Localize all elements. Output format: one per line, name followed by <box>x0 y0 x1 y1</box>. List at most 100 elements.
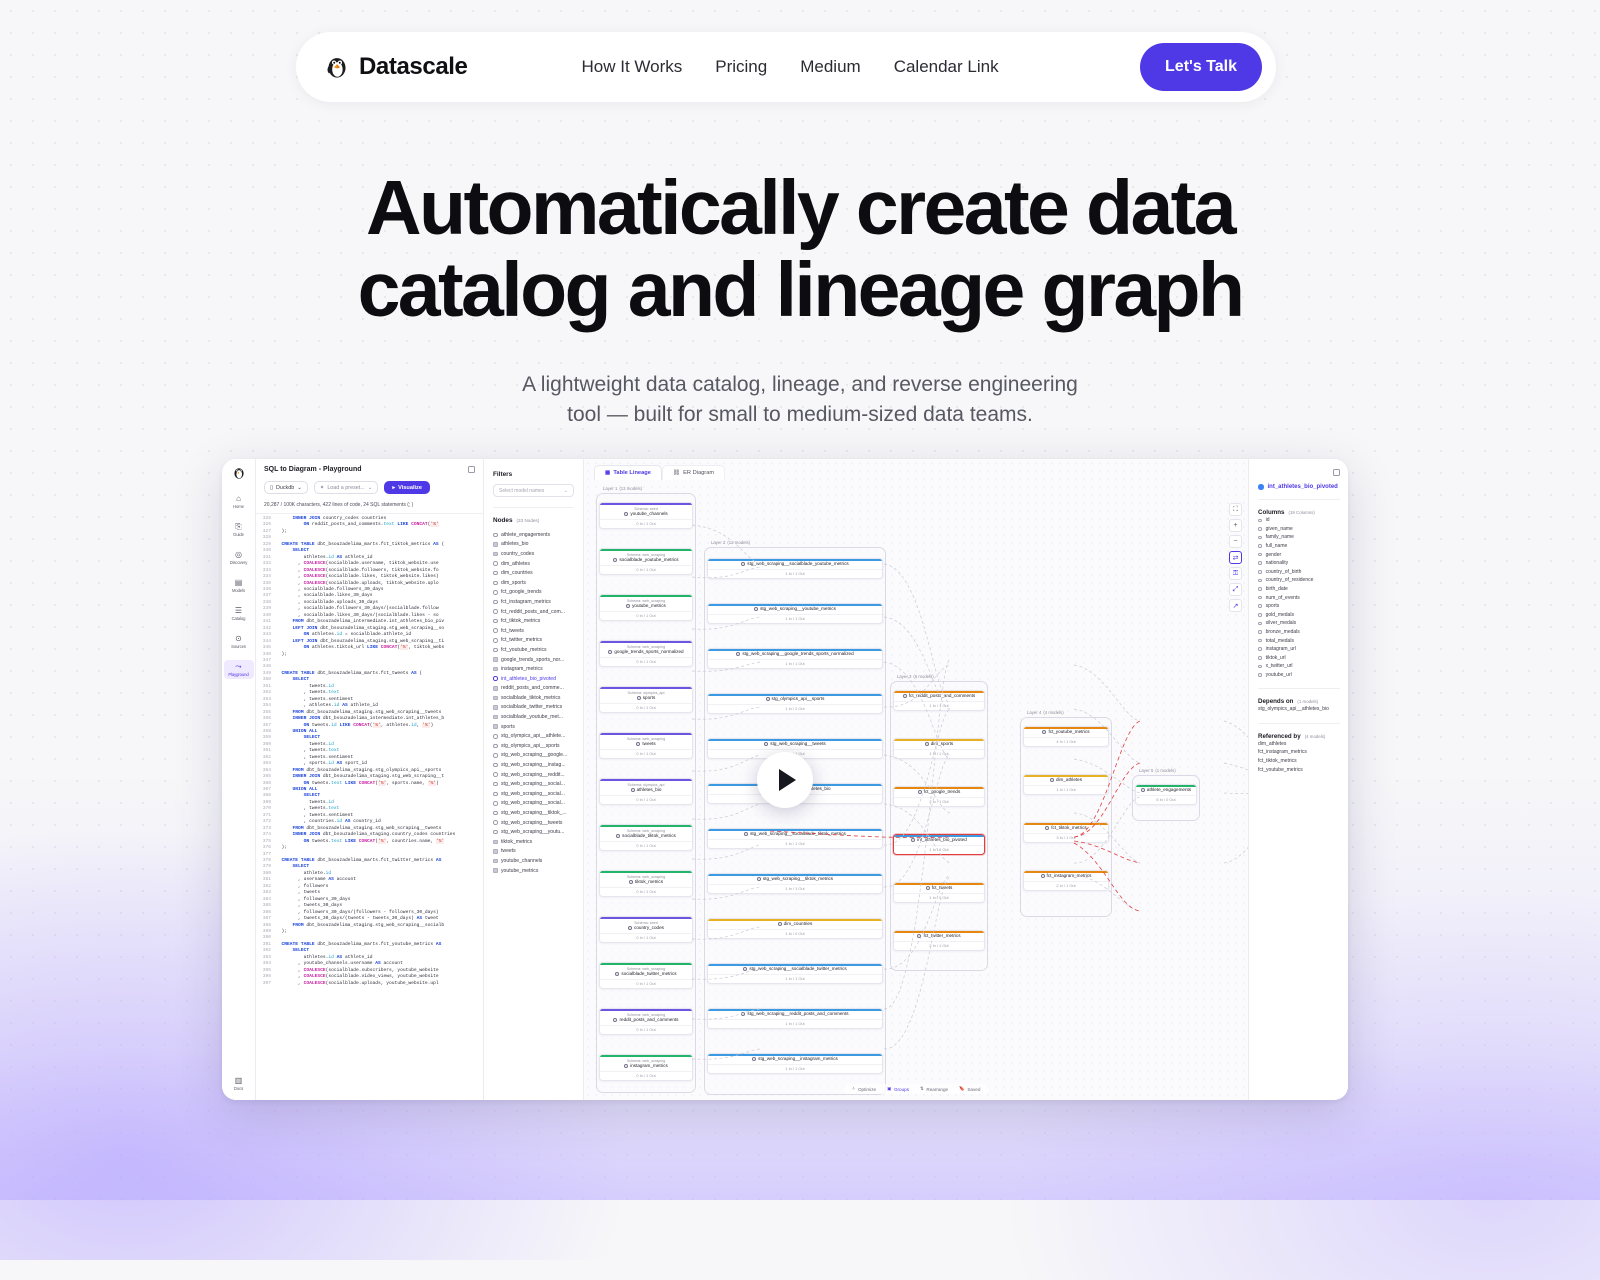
sidebar-item-guide[interactable]: ⎘ Guide <box>224 520 254 539</box>
lineage-node[interactable]: Schema: web_scraping youtube_metrics 0 In … <box>598 594 694 621</box>
lineage-node[interactable]: fct_tiktok_metrics 3 In / 1 Out <box>1022 822 1110 843</box>
node-list-item[interactable]: dim_athletes <box>493 559 574 569</box>
layout-button[interactable]: ⇄ <box>1229 551 1242 564</box>
tab-table-lineage[interactable]: ▦ Table Lineage <box>594 465 662 480</box>
node-list-item[interactable]: country_codes <box>493 549 574 559</box>
lineage-canvas[interactable]: ▦ Table Lineage ⛓ ER Diagram Layer 1 (13… <box>584 459 1248 1100</box>
node-list-item[interactable]: tweets <box>493 847 574 857</box>
share-button[interactable]: ↗ <box>1229 599 1242 612</box>
column-item[interactable]: tiktok_url <box>1258 654 1340 663</box>
lineage-node[interactable]: stg_web_scraping__socialblade_twitter_me… <box>706 963 883 984</box>
model-names-select[interactable]: Select model names ⌄ <box>493 484 574 497</box>
lineage-node[interactable]: Schema: web_scraping tweets 0 In / 1 Out <box>598 732 694 759</box>
column-item[interactable]: x_twitter_url <box>1258 662 1340 671</box>
lineage-node[interactable]: Schema: web_scraping socialblade_tiktok_m… <box>598 824 694 851</box>
app-logo-icon[interactable] <box>232 466 246 480</box>
column-item[interactable]: given_name <box>1258 525 1340 534</box>
code-area[interactable]: 325 INNER JOIN country_codes countries 32… <box>256 513 483 1100</box>
column-item[interactable]: sports <box>1258 602 1340 611</box>
expand-icon[interactable] <box>1333 469 1340 476</box>
column-item[interactable]: full_name <box>1258 542 1340 551</box>
depends-item[interactable]: stg_olympics_api__athletes_bio <box>1258 705 1340 714</box>
nav-link-pricing[interactable]: Pricing <box>715 57 767 77</box>
lineage-node[interactable]: stg_web_scraping__instagram_metrics 1 In … <box>706 1053 883 1074</box>
node-list-item[interactable]: socialblade_youtube_met... <box>493 712 574 722</box>
lineage-node[interactable]: Schema: olympics_api athletes_bio 0 In / 1… <box>598 778 694 805</box>
referenced-item[interactable]: fct_instagram_metrics <box>1258 748 1340 757</box>
lineage-node[interactable]: dim_athletes 1 In / 1 Out <box>1022 774 1110 795</box>
lineage-node[interactable]: stg_olympics_api__sports 1 In / 2 Out <box>706 693 883 714</box>
sidebar-item-catalog[interactable]: ☰ Catalog <box>224 604 254 623</box>
lineage-node[interactable]: int_athletes_bio_pivoted 1 In / 6 Out <box>892 834 986 855</box>
fit-view-button[interactable]: ⛶ <box>1229 503 1242 516</box>
lineage-node[interactable]: stg_web_scraping__socialblade_youtube_me… <box>706 558 883 579</box>
referenced-item[interactable]: dim_athletes <box>1258 740 1340 749</box>
lineage-node[interactable]: Schema: web_scraping socialblade_youtube_… <box>598 548 694 575</box>
column-item[interactable]: birth_date <box>1258 585 1340 594</box>
lineage-node[interactable]: fct_google_trends 2 In / 1 Out <box>892 786 986 807</box>
node-list-item[interactable]: socialblade_tiktok_metrics <box>493 693 574 703</box>
column-item[interactable]: country_of_residence <box>1258 576 1340 585</box>
node-list-item[interactable]: instagram_metrics <box>493 664 574 674</box>
referenced-item[interactable]: fct_tiktok_metrics <box>1258 757 1340 766</box>
lineage-node[interactable]: stg_web_scraping__youtube_metrics 1 In / … <box>706 603 883 624</box>
node-list-item[interactable]: dim_sports <box>493 578 574 588</box>
node-list-item[interactable]: stg_web_scraping__youtu... <box>493 827 574 837</box>
lineage-node[interactable]: Schema: seed youtube_channels 0 In / 1 Out <box>598 502 694 529</box>
column-item[interactable]: total_medals <box>1258 636 1340 645</box>
lineage-node[interactable]: Schema: web_scraping tiktok_metrics 0 In /… <box>598 870 694 897</box>
lineage-node[interactable]: dim_countries 1 In / 0 Out <box>706 918 883 939</box>
lineage-node[interactable]: athlete_engagements 6 In / 0 Out <box>1134 784 1198 805</box>
expand-button[interactable]: ⤢ <box>1229 583 1242 596</box>
node-list-item[interactable]: int_athletes_bio_pivoted <box>493 674 574 684</box>
lineage-node[interactable]: Schema: olympics_api sports 0 In / 1 Out <box>598 686 694 713</box>
referenced-item[interactable]: fct_youtube_metrics <box>1258 766 1340 775</box>
node-list-item[interactable]: dim_countries <box>493 568 574 578</box>
node-list-item[interactable]: google_trends_sports_nor... <box>493 655 574 665</box>
column-item[interactable]: nationality <box>1258 559 1340 568</box>
visualize-button[interactable]: ▸ Visualize <box>384 481 430 494</box>
lineage-node[interactable]: Schema: web_scraping socialblade_twitter_… <box>598 962 694 989</box>
node-list-item[interactable]: youtube_metrics <box>493 866 574 876</box>
node-list-item[interactable]: stg_web_scraping__social... <box>493 779 574 789</box>
zoom-out-button[interactable]: − <box>1229 535 1242 548</box>
node-list-item[interactable]: sports <box>493 722 574 732</box>
sidebar-item-discovery[interactable]: ◎ Discovery <box>224 548 254 567</box>
expand-icon[interactable] <box>468 466 475 473</box>
lineage-node[interactable]: stg_web_scraping__socialblade_tiktok_met… <box>706 828 883 849</box>
brand-logo[interactable]: Datascale <box>324 53 468 81</box>
optimize-button[interactable]: ✧ Optimize <box>852 1086 876 1092</box>
node-list-item[interactable]: athletes_bio <box>493 540 574 550</box>
column-item[interactable]: num_of_events <box>1258 593 1340 602</box>
sidebar-item-docs[interactable]: ▥ Docs <box>224 1074 254 1093</box>
node-list-item[interactable]: fct_reddit_posts_and_com... <box>493 607 574 617</box>
saved-button[interactable]: 🔖 Saved <box>959 1086 980 1092</box>
node-list-item[interactable]: stg_web_scraping__instag... <box>493 760 574 770</box>
node-list-item[interactable]: stg_web_scraping__google... <box>493 751 574 761</box>
lineage-node[interactable]: stg_web_scraping__reddit_posts_and_comme… <box>706 1008 883 1029</box>
node-list-item[interactable]: stg_web_scraping__reddit... <box>493 770 574 780</box>
node-list-item[interactable]: tiktok_metrics <box>493 837 574 847</box>
nav-link-medium[interactable]: Medium <box>800 57 860 77</box>
column-item[interactable]: family_name <box>1258 533 1340 542</box>
sidebar-item-sources[interactable]: ⊙ Sources <box>224 632 254 651</box>
node-list-item[interactable]: stg_web_scraping__tweets <box>493 818 574 828</box>
nav-link-calendar[interactable]: Calendar Link <box>894 57 999 77</box>
sidebar-item-home[interactable]: ⌂ Home <box>224 492 254 511</box>
column-item[interactable]: silver_medals <box>1258 619 1340 628</box>
node-list-item[interactable]: athlete_engagements <box>493 530 574 540</box>
dialect-select[interactable]: ▯ Duckdb ⌄ <box>264 481 308 494</box>
lineage-node[interactable]: fct_twitter_metrics 2 In / 1 Out <box>892 930 986 951</box>
zoom-in-button[interactable]: + <box>1229 519 1242 532</box>
lineage-node[interactable]: Schema: web_scraping reddit_posts_and_com… <box>598 1008 694 1035</box>
node-list-item[interactable]: stg_olympics_api__sports <box>493 741 574 751</box>
node-list-item[interactable]: fct_youtube_metrics <box>493 645 574 655</box>
node-list-item[interactable]: stg_olympics_api__athlete... <box>493 731 574 741</box>
lineage-node[interactable]: stg_web_scraping__tiktok_metrics 1 In / 1… <box>706 873 883 894</box>
node-list-item[interactable]: stg_web_scraping__social... <box>493 789 574 799</box>
lineage-node[interactable]: Schema: web_scraping instagram_metrics 0 I… <box>598 1054 694 1081</box>
column-item[interactable]: gold_medals <box>1258 611 1340 620</box>
column-item[interactable]: instagram_url <box>1258 645 1340 654</box>
node-list-item[interactable]: reddit_posts_and_comme... <box>493 684 574 694</box>
play-video-button[interactable] <box>757 751 813 808</box>
